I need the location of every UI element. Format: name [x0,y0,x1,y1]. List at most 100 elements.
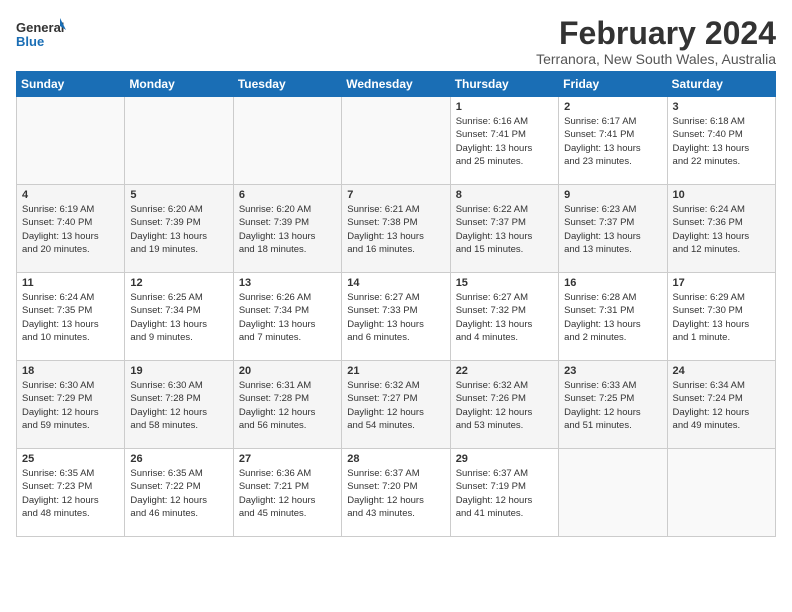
calendar-cell: 3 Sunrise: 6:18 AM Sunset: 7:40 PM Daylig… [667,97,775,185]
calendar-cell [667,449,775,537]
cell-info: Sunrise: 6:23 AM Sunset: 7:37 PM Dayligh… [564,203,661,256]
calendar-cell [17,97,125,185]
cell-info: Sunrise: 6:30 AM Sunset: 7:29 PM Dayligh… [22,379,119,432]
day-number: 12 [130,277,227,289]
cell-info: Sunrise: 6:29 AM Sunset: 7:30 PM Dayligh… [673,291,770,344]
weekday-header-sunday: Sunday [17,72,125,97]
cell-info: Sunrise: 6:22 AM Sunset: 7:37 PM Dayligh… [456,203,553,256]
calendar-cell [342,97,450,185]
day-number: 19 [130,365,227,377]
calendar-cell: 6 Sunrise: 6:20 AM Sunset: 7:39 PM Daylig… [233,185,341,273]
cell-info: Sunrise: 6:28 AM Sunset: 7:31 PM Dayligh… [564,291,661,344]
calendar-cell: 29Sunrise: 6:37 AM Sunset: 7:19 PM Dayli… [450,449,558,537]
calendar-cell: 7 Sunrise: 6:21 AM Sunset: 7:38 PM Daylig… [342,185,450,273]
cell-info: Sunrise: 6:31 AM Sunset: 7:28 PM Dayligh… [239,379,336,432]
day-number: 21 [347,365,444,377]
cell-info: Sunrise: 6:19 AM Sunset: 7:40 PM Dayligh… [22,203,119,256]
calendar-cell: 11Sunrise: 6:24 AM Sunset: 7:35 PM Dayli… [17,273,125,361]
calendar-cell: 14 Sunrise: 6:27 AM Sunset: 7:33 PM Dayli… [342,273,450,361]
day-number: 20 [239,365,336,377]
cell-info: Sunrise: 6:25 AM Sunset: 7:34 PM Dayligh… [130,291,227,344]
day-number: 11 [22,277,119,289]
day-number: 15 [456,277,553,289]
cell-info: Sunrise: 6:18 AM Sunset: 7:40 PM Dayligh… [673,115,770,168]
cell-info: Sunrise: 6:17 AM Sunset: 7:41 PM Dayligh… [564,115,661,168]
cell-info: Sunrise: 6:37 AM Sunset: 7:19 PM Dayligh… [456,467,553,520]
day-number: 24 [673,365,770,377]
calendar-cell: 10 Sunrise: 6:24 AM Sunset: 7:36 PM Dayli… [667,185,775,273]
calendar-cell: 22 Sunrise: 6:32 AM Sunset: 7:26 PM Dayli… [450,361,558,449]
cell-info: Sunrise: 6:33 AM Sunset: 7:25 PM Dayligh… [564,379,661,432]
calendar-cell: 21Sunrise: 6:32 AM Sunset: 7:27 PM Dayli… [342,361,450,449]
cell-info: Sunrise: 6:21 AM Sunset: 7:38 PM Dayligh… [347,203,444,256]
cell-info: Sunrise: 6:20 AM Sunset: 7:39 PM Dayligh… [239,203,336,256]
title-block: February 2024 Terranora, New South Wales… [536,16,776,67]
cell-info: Sunrise: 6:20 AM Sunset: 7:39 PM Dayligh… [130,203,227,256]
cell-info: Sunrise: 6:16 AM Sunset: 7:41 PM Dayligh… [456,115,553,168]
cell-info: Sunrise: 6:30 AM Sunset: 7:28 PM Dayligh… [130,379,227,432]
logo-svg: General Blue [16,16,66,52]
day-number: 5 [130,189,227,201]
weekday-header-friday: Friday [559,72,667,97]
calendar-cell: 18Sunrise: 6:30 AM Sunset: 7:29 PM Dayli… [17,361,125,449]
calendar-cell: 20 Sunrise: 6:31 AM Sunset: 7:28 PM Dayli… [233,361,341,449]
day-number: 3 [673,101,770,113]
cell-info: Sunrise: 6:36 AM Sunset: 7:21 PM Dayligh… [239,467,336,520]
calendar-cell: 12 Sunrise: 6:25 AM Sunset: 7:34 PM Dayli… [125,273,233,361]
calendar-cell: 2 Sunrise: 6:17 AM Sunset: 7:41 PM Daylig… [559,97,667,185]
day-number: 28 [347,453,444,465]
day-number: 14 [347,277,444,289]
day-number: 8 [456,189,553,201]
day-number: 13 [239,277,336,289]
weekday-header-wednesday: Wednesday [342,72,450,97]
day-number: 4 [22,189,119,201]
calendar-cell: 13 Sunrise: 6:26 AM Sunset: 7:34 PM Dayli… [233,273,341,361]
day-number: 25 [22,453,119,465]
calendar-cell: 8 Sunrise: 6:22 AM Sunset: 7:37 PM Daylig… [450,185,558,273]
day-number: 22 [456,365,553,377]
calendar-cell [233,97,341,185]
day-number: 23 [564,365,661,377]
weekday-header-thursday: Thursday [450,72,558,97]
cell-info: Sunrise: 6:37 AM Sunset: 7:20 PM Dayligh… [347,467,444,520]
svg-text:Blue: Blue [16,34,44,49]
day-number: 10 [673,189,770,201]
calendar-cell: 15 Sunrise: 6:27 AM Sunset: 7:32 PM Dayli… [450,273,558,361]
cell-info: Sunrise: 6:32 AM Sunset: 7:26 PM Dayligh… [456,379,553,432]
day-number: 6 [239,189,336,201]
calendar-cell: 1Sunrise: 6:16 AM Sunset: 7:41 PM Daylig… [450,97,558,185]
location-subtitle: Terranora, New South Wales, Australia [536,51,776,67]
calendar-cell [559,449,667,537]
calendar-cell: 23 Sunrise: 6:33 AM Sunset: 7:25 PM Dayli… [559,361,667,449]
calendar-cell: 25 Sunrise: 6:35 AM Sunset: 7:23 PM Dayli… [17,449,125,537]
calendar-cell: 26Sunrise: 6:35 AM Sunset: 7:22 PM Dayli… [125,449,233,537]
calendar-cell: 28 Sunrise: 6:37 AM Sunset: 7:20 PM Dayli… [342,449,450,537]
cell-info: Sunrise: 6:35 AM Sunset: 7:23 PM Dayligh… [22,467,119,520]
cell-info: Sunrise: 6:27 AM Sunset: 7:33 PM Dayligh… [347,291,444,344]
cell-info: Sunrise: 6:24 AM Sunset: 7:36 PM Dayligh… [673,203,770,256]
day-number: 7 [347,189,444,201]
calendar-week-2: 4 Sunrise: 6:19 AM Sunset: 7:40 PM Daylig… [17,185,776,273]
day-number: 9 [564,189,661,201]
day-number: 2 [564,101,661,113]
calendar-week-5: 25 Sunrise: 6:35 AM Sunset: 7:23 PM Dayli… [17,449,776,537]
day-number: 16 [564,277,661,289]
weekday-header-row: SundayMondayTuesdayWednesdayThursdayFrid… [17,72,776,97]
calendar-week-1: 1Sunrise: 6:16 AM Sunset: 7:41 PM Daylig… [17,97,776,185]
svg-text:General: General [16,20,64,35]
calendar-cell: 9 Sunrise: 6:23 AM Sunset: 7:37 PM Daylig… [559,185,667,273]
weekday-header-monday: Monday [125,72,233,97]
calendar-cell: 17 Sunrise: 6:29 AM Sunset: 7:30 PM Dayli… [667,273,775,361]
cell-info: Sunrise: 6:27 AM Sunset: 7:32 PM Dayligh… [456,291,553,344]
cell-info: Sunrise: 6:34 AM Sunset: 7:24 PM Dayligh… [673,379,770,432]
cell-info: Sunrise: 6:35 AM Sunset: 7:22 PM Dayligh… [130,467,227,520]
calendar-week-3: 11Sunrise: 6:24 AM Sunset: 7:35 PM Dayli… [17,273,776,361]
logo: General Blue [16,16,66,52]
day-number: 17 [673,277,770,289]
cell-info: Sunrise: 6:26 AM Sunset: 7:34 PM Dayligh… [239,291,336,344]
weekday-header-saturday: Saturday [667,72,775,97]
calendar-cell: 4 Sunrise: 6:19 AM Sunset: 7:40 PM Daylig… [17,185,125,273]
calendar-cell: 16 Sunrise: 6:28 AM Sunset: 7:31 PM Dayli… [559,273,667,361]
calendar-week-4: 18Sunrise: 6:30 AM Sunset: 7:29 PM Dayli… [17,361,776,449]
calendar-cell: 5 Sunrise: 6:20 AM Sunset: 7:39 PM Daylig… [125,185,233,273]
